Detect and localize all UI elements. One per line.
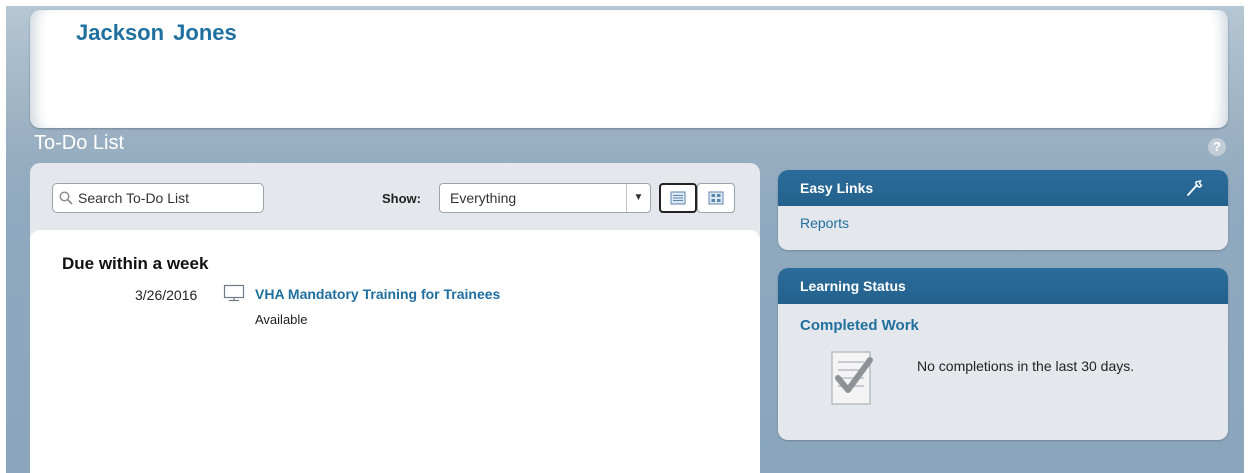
user-name: Jackson Jones xyxy=(76,20,237,45)
wrench-icon[interactable] xyxy=(1184,178,1204,198)
item-due-date: 3/26/2016 xyxy=(135,287,198,303)
monitor-icon xyxy=(223,284,245,302)
completed-work-heading: Completed Work xyxy=(800,317,919,334)
easy-links-widget: Easy Links Reports xyxy=(778,170,1228,250)
grid-view-button[interactable] xyxy=(697,183,735,213)
learning-status-title: Learning Status xyxy=(800,278,906,294)
training-link[interactable]: VHA Mandatory Training for Trainees xyxy=(255,286,500,302)
easy-links-header: Easy Links xyxy=(778,170,1228,206)
profile-header: Jackson Jones xyxy=(30,10,1228,128)
search-input[interactable] xyxy=(78,190,258,206)
learning-status-widget: Learning Status Completed Work No comple… xyxy=(778,268,1228,440)
show-filter-select[interactable]: Everything ▼ xyxy=(439,183,651,213)
easy-links-title: Easy Links xyxy=(800,180,874,196)
checklist-icon xyxy=(831,351,873,405)
chevron-down-icon[interactable]: ▼ xyxy=(626,184,650,212)
group-heading: Due within a week xyxy=(62,254,209,273)
list-view-icon xyxy=(670,191,686,205)
todo-panel: Show: Everything ▼ Due within a week 3/2… xyxy=(30,163,760,473)
search-icon xyxy=(59,191,73,205)
item-status: Available xyxy=(255,312,308,327)
grid-view-icon xyxy=(708,191,724,205)
show-selected-value: Everything xyxy=(450,190,517,206)
page-title: To-Do List xyxy=(34,132,125,154)
learning-status-header: Learning Status xyxy=(778,268,1228,304)
search-box[interactable] xyxy=(52,183,264,213)
help-icon[interactable]: ? xyxy=(1208,138,1226,156)
reports-link[interactable]: Reports xyxy=(800,215,849,231)
no-completions-message: No completions in the last 30 days. xyxy=(917,358,1135,374)
show-label: Show: xyxy=(382,191,421,206)
todo-list: Due within a week 3/26/2016 VHA Mandator… xyxy=(30,230,760,473)
list-view-button[interactable] xyxy=(659,183,697,213)
